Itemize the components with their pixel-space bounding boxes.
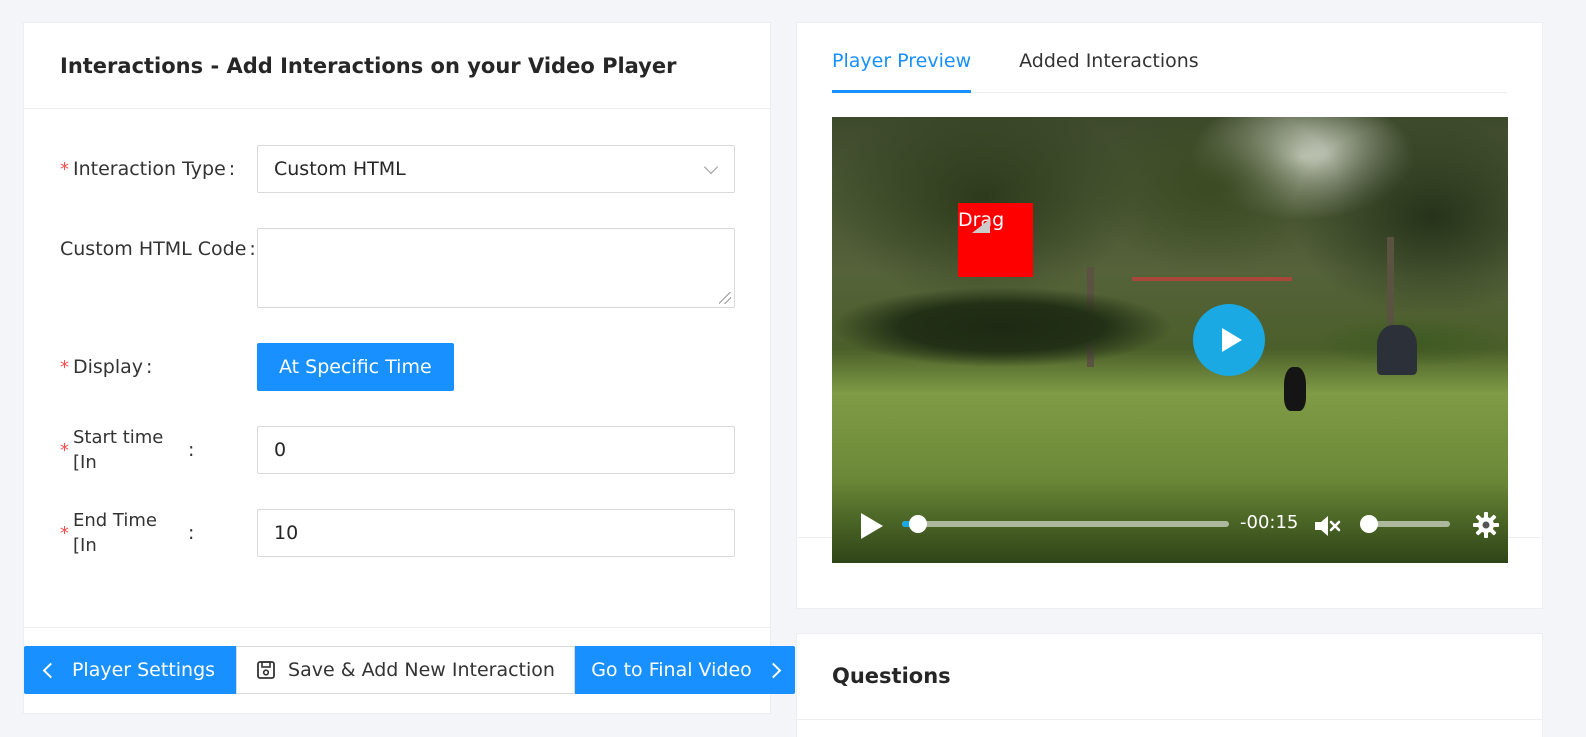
interaction-type-row: * Interaction Type : Custom HTML	[60, 145, 735, 193]
required-mark: *	[60, 158, 69, 180]
chevron-down-icon	[703, 159, 719, 175]
display-row: * Display : At Specific Time	[60, 343, 734, 391]
drag-handle-icon[interactable]	[972, 219, 990, 233]
video-scenery	[832, 287, 1172, 367]
mute-icon[interactable]	[1312, 511, 1342, 545]
gear-icon[interactable]	[1472, 511, 1500, 543]
start-time-input[interactable]: 0	[257, 426, 735, 474]
preview-tabs: Player Preview Added Interactions	[832, 23, 1507, 93]
tab-player-preview[interactable]: Player Preview	[832, 50, 972, 93]
at-specific-time-button[interactable]: At Specific Time	[257, 343, 454, 391]
go-to-final-video-button[interactable]: Go to Final Video	[575, 646, 795, 694]
page-title: Interactions - Add Interactions on your …	[60, 53, 677, 78]
interaction-type-label: * Interaction Type :	[60, 158, 236, 180]
chevron-right-icon	[765, 662, 782, 678]
seek-bar[interactable]	[902, 515, 1229, 533]
custom-html-textarea[interactable]	[257, 228, 735, 308]
tab-added-interactions[interactable]: Added Interactions	[1019, 50, 1199, 92]
questions-card: Questions	[796, 633, 1543, 737]
preview-card: Player Preview Added Interactions Drag -…	[796, 22, 1543, 609]
interactions-form-card: Interactions - Add Interactions on your …	[23, 22, 771, 714]
display-label: * Display :	[60, 356, 153, 378]
volume-handle[interactable]	[1360, 515, 1378, 533]
time-remaining: -00:15	[1240, 512, 1299, 533]
end-time-label: * End Time [In Seconds] :	[60, 510, 195, 556]
save-icon	[256, 660, 276, 680]
volume-slider[interactable]	[1360, 515, 1450, 533]
custom-html-overlay[interactable]: Drag	[958, 203, 1033, 277]
form-card-header: Interactions - Add Interactions on your …	[24, 23, 770, 109]
chevron-left-icon	[42, 662, 59, 678]
interaction-type-select[interactable]: Custom HTML	[257, 145, 735, 193]
end-time-row: * End Time [In Seconds] : 10	[60, 509, 735, 557]
custom-html-label: Custom HTML Code :	[60, 238, 256, 260]
start-time-row: * Start time [In Seconds] : 0	[60, 426, 735, 474]
questions-title: Questions	[832, 664, 951, 688]
custom-html-row: Custom HTML Code :	[60, 228, 735, 308]
video-scenery	[1284, 367, 1306, 411]
play-icon[interactable]	[861, 513, 883, 539]
big-play-button[interactable]	[1193, 304, 1265, 376]
interaction-type-value: Custom HTML	[274, 158, 406, 180]
form-footer-divider	[24, 627, 770, 628]
player-settings-button[interactable]: Player Settings	[24, 646, 236, 694]
video-player[interactable]: Drag -00:15	[832, 117, 1508, 563]
video-scenery	[1377, 325, 1417, 375]
save-add-new-interaction-button[interactable]: Save & Add New Interaction	[236, 646, 575, 694]
questions-divider	[797, 719, 1542, 720]
resize-handle[interactable]	[719, 292, 731, 304]
start-time-label: * Start time [In Seconds] :	[60, 427, 195, 473]
end-time-input[interactable]: 10	[257, 509, 735, 557]
play-icon	[1222, 328, 1242, 352]
